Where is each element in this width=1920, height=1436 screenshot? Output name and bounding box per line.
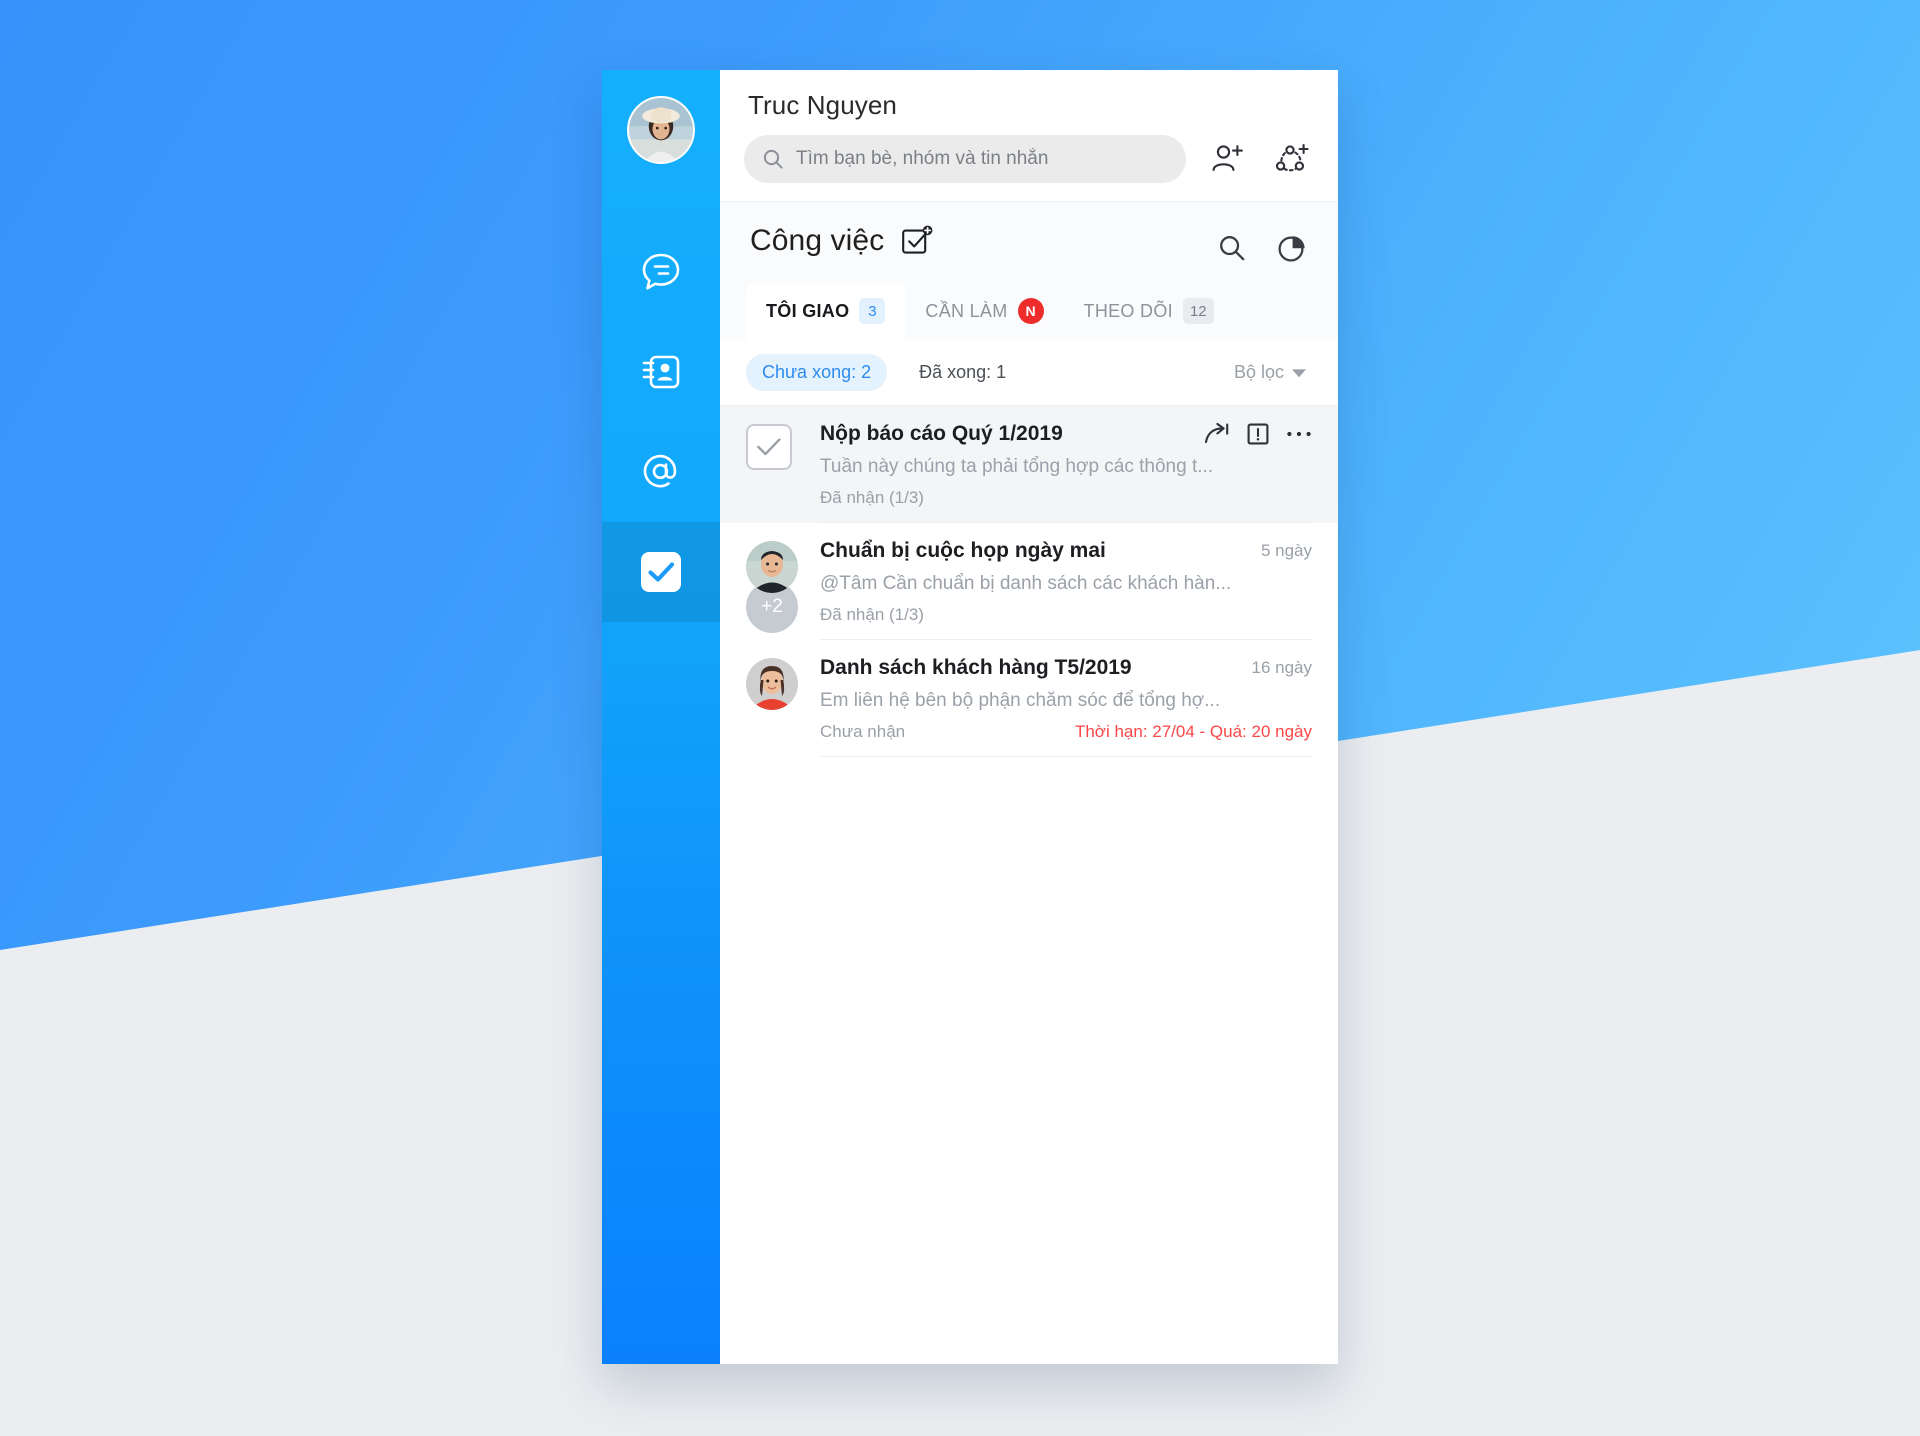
task-status: Đã nhận (1/3) (820, 488, 924, 507)
rail-nav-list (602, 222, 720, 622)
main-panel: Truc Nguyen Tìm bạn bè, nhóm và tin nhắn (720, 70, 1338, 1364)
sidebar-item-messages[interactable] (602, 222, 720, 322)
task-list: Nộp báo cáo Quý 1/2019 Tuần này chúng ta… (720, 406, 1338, 1364)
assignee-avatar-image (746, 541, 798, 593)
tab-badge: 3 (859, 298, 886, 324)
user-avatar-image (629, 98, 693, 162)
task-status: Đã nhận (1/3) (820, 605, 924, 624)
ellipsis-icon (1287, 431, 1311, 437)
avatar[interactable] (746, 541, 798, 593)
tab-theo-doi[interactable]: THEO DÕI 12 (1064, 284, 1234, 340)
task-priority-button[interactable] (1246, 422, 1270, 446)
task-due-date: Thời hạn: 27/04 - Quá: 20 ngày (1074, 722, 1312, 741)
section-title-group: Công việc (746, 224, 934, 258)
search-and-actions-row: Tìm bạn bè, nhóm và tin nhắn (744, 135, 1314, 183)
checkbox-task-icon (641, 552, 681, 592)
task-leading: +2 (746, 539, 802, 640)
task-title-row: Chuẩn bị cuộc họp ngày mai 5 ngày (820, 539, 1312, 563)
task-title-row: Danh sách khách hàng T5/2019 16 ngày (820, 656, 1312, 680)
search-tasks-button[interactable] (1212, 228, 1252, 268)
filter-dropdown[interactable]: Bộ lọc (1234, 362, 1312, 383)
search-input[interactable]: Tìm bạn bè, nhóm và tin nhắn (744, 135, 1186, 183)
task-more-options-button[interactable] (1286, 430, 1312, 438)
task-tabs: TÔI GIAO 3 CẦN LÀM N THEO DÕI 12 (720, 268, 1338, 340)
checkmark-icon (757, 438, 781, 456)
task-body: Chuẩn bị cuộc họp ngày mai 5 ngày @Tâm C… (820, 539, 1312, 640)
create-group-button[interactable] (1268, 136, 1314, 182)
account-header: Truc Nguyen Tìm bạn bè, nhóm và tin nhắn (720, 70, 1338, 201)
chevron-down-icon (1292, 368, 1306, 377)
account-name: Truc Nguyen (748, 90, 897, 120)
tab-toi-giao[interactable]: TÔI GIAO 3 (746, 284, 906, 340)
task-title-row: Nộp báo cáo Quý 1/2019 (820, 422, 1312, 446)
task-filter-row: Chưa xong: 2 Đã xong: 1 Bộ lọc (720, 340, 1338, 406)
left-nav-rail (602, 70, 720, 1364)
tab-label: TÔI GIAO (766, 300, 850, 321)
search-icon (1220, 236, 1245, 261)
tab-label: CẦN LÀM (925, 300, 1008, 321)
task-description: Em liên hệ bên bộ phận chăm sóc để tổng … (820, 690, 1221, 711)
contacts-book-icon (642, 355, 680, 389)
task-row[interactable]: +2 Chuẩn bị cuộc họp ngày mai 5 ngày @Tâ… (720, 523, 1338, 640)
task-meta-row: Đã nhận (1/3) (820, 605, 1312, 625)
task-status: Chưa nhận (820, 722, 906, 741)
at-mention-icon (643, 454, 677, 488)
tab-badge: N (1017, 298, 1044, 324)
add-friend-icon (1212, 145, 1243, 172)
task-description: Tuần này chúng ta phải tổng hợp các thôn… (820, 456, 1214, 477)
forward-task-button[interactable] (1204, 423, 1230, 445)
tasks-section-header: Công việc (720, 201, 1338, 268)
sidebar-item-mentions[interactable] (602, 422, 720, 522)
sidebar-item-tasks[interactable] (602, 522, 720, 622)
search-placeholder: Tìm bạn bè, nhóm và tin nhắn (796, 148, 1049, 169)
task-title: Nộp báo cáo Quý 1/2019 (820, 422, 1063, 445)
task-row[interactable]: Danh sách khách hàng T5/2019 16 ngày Em … (720, 640, 1338, 757)
filter-done[interactable]: Đã xong: 1 (903, 354, 1022, 391)
avatar[interactable] (627, 96, 695, 164)
search-icon (763, 149, 783, 169)
task-title: Chuẩn bị cuộc họp ngày mai (820, 539, 1106, 562)
task-body: Danh sách khách hàng T5/2019 16 ngày Em … (820, 656, 1312, 757)
task-leading (746, 656, 802, 757)
add-friend-button[interactable] (1204, 136, 1250, 182)
task-statistics-button[interactable] (1272, 228, 1312, 268)
tab-badge: 12 (1182, 298, 1214, 324)
task-body: Nộp báo cáo Quý 1/2019 Tuần này chúng ta… (820, 422, 1312, 523)
filter-pending[interactable]: Chưa xong: 2 (746, 354, 888, 391)
create-group-icon (1275, 143, 1309, 172)
filter-dropdown-label: Bộ lọc (1233, 362, 1284, 382)
pie-chart-icon (1278, 236, 1305, 262)
task-title: Danh sách khách hàng T5/2019 (820, 656, 1132, 679)
desktop-background: Truc Nguyen Tìm bạn bè, nhóm và tin nhắn (0, 0, 1920, 1436)
add-task-checkbox-icon[interactable] (900, 224, 934, 258)
avatar[interactable] (746, 658, 798, 710)
tab-can-lam[interactable]: CẦN LÀM N (905, 284, 1063, 340)
page-title: Công việc (750, 224, 885, 257)
task-complete-checkbox[interactable] (746, 424, 792, 470)
task-meta-row: Đã nhận (1/3) (820, 488, 1312, 508)
task-time: 16 ngày (1251, 658, 1313, 677)
task-time: 5 ngày (1260, 541, 1312, 560)
task-action-group (1204, 422, 1312, 446)
assignee-avatar-image (746, 658, 798, 710)
forward-arrow-icon (1204, 423, 1229, 444)
app-window: Truc Nguyen Tìm bạn bè, nhóm và tin nhắn (602, 70, 1338, 1364)
section-action-group (1212, 224, 1312, 268)
chat-bubble-icon (642, 253, 680, 290)
task-leading (746, 422, 802, 523)
tab-label: THEO DÕI (1083, 300, 1173, 321)
sidebar-item-contacts[interactable] (602, 322, 720, 422)
task-description: @Tâm Cần chuẩn bị danh sách các khách hà… (820, 573, 1232, 594)
task-row[interactable]: Nộp báo cáo Quý 1/2019 Tuần này chúng ta… (720, 406, 1338, 523)
task-meta-row: Chưa nhận Thời hạn: 27/04 - Quá: 20 ngày (820, 722, 1312, 742)
priority-exclamation-icon (1247, 423, 1269, 445)
